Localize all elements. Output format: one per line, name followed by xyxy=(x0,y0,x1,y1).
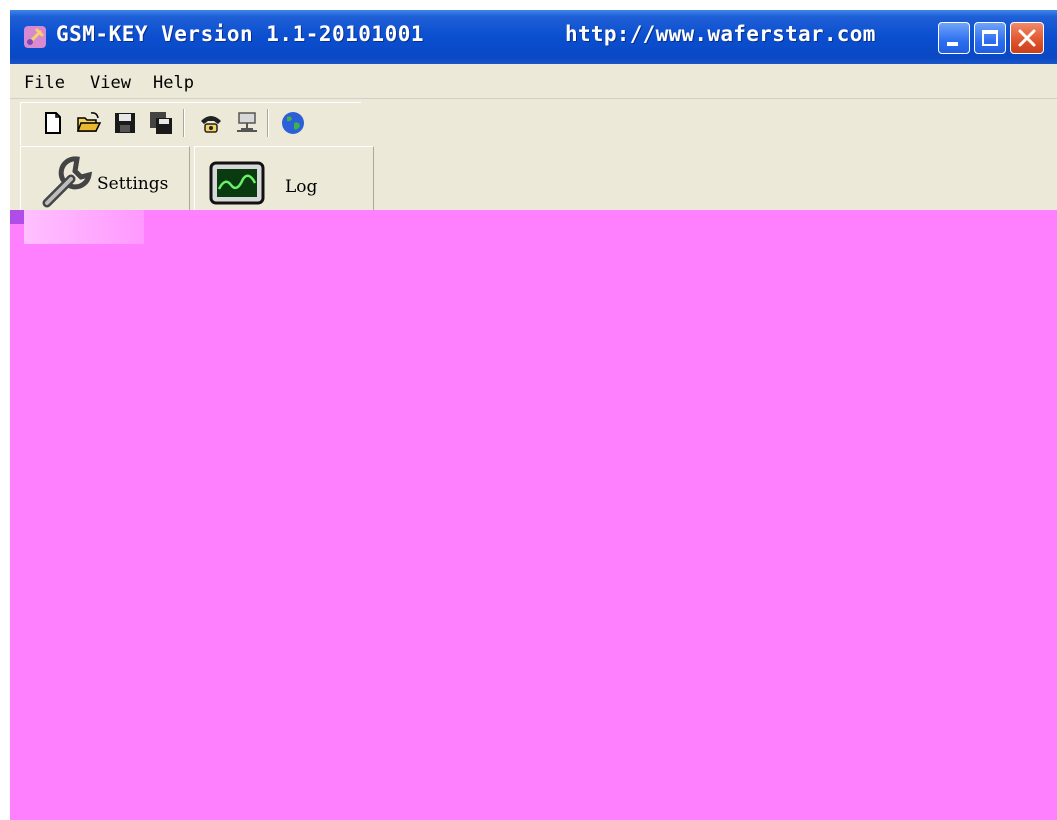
network-button[interactable] xyxy=(233,109,261,137)
save-all-icon xyxy=(150,112,172,134)
maximize-icon xyxy=(982,30,998,46)
tab-strip: Settings Log xyxy=(20,146,380,210)
menu-help[interactable]: Help xyxy=(153,73,194,93)
tab-settings[interactable]: Settings xyxy=(20,146,190,210)
new-file-icon xyxy=(45,112,61,134)
title-url: http://www.waferstar.com xyxy=(565,22,876,46)
web-button[interactable] xyxy=(279,109,307,137)
menu-file[interactable]: File xyxy=(24,73,65,93)
dial-button[interactable] xyxy=(197,109,225,137)
content-marker xyxy=(10,210,24,224)
title-bar[interactable]: GSM-KEY Version 1.1-20101001 http://www.… xyxy=(10,10,1057,64)
tab-log[interactable]: Log xyxy=(194,146,374,210)
tab-settings-label: Settings xyxy=(97,174,169,194)
content-area[interactable] xyxy=(10,210,1057,820)
wrench-icon xyxy=(42,156,93,208)
close-button[interactable] xyxy=(1010,22,1044,54)
toolbar-separator xyxy=(267,109,269,137)
menu-bar: File View Help xyxy=(10,64,1057,99)
open-button[interactable] xyxy=(75,109,103,137)
minimize-button[interactable] xyxy=(938,22,970,54)
app-icon xyxy=(24,26,46,48)
window-title: GSM-KEY Version 1.1-20101001 xyxy=(56,22,425,46)
save-button[interactable] xyxy=(111,109,139,137)
minimize-icon xyxy=(947,42,958,46)
save-icon xyxy=(115,113,135,133)
globe-icon xyxy=(282,112,304,134)
app-window: GSM-KEY Version 1.1-20101001 http://www.… xyxy=(10,10,1057,820)
save-all-button[interactable] xyxy=(147,109,175,137)
tab-log-label: Log xyxy=(285,177,318,197)
new-file-button[interactable] xyxy=(39,109,67,137)
maximize-button[interactable] xyxy=(974,22,1006,54)
open-folder-icon xyxy=(76,112,102,132)
dial-phone-icon xyxy=(201,116,221,133)
toolbar xyxy=(20,102,361,145)
content-fade xyxy=(24,210,144,244)
menu-view[interactable]: View xyxy=(90,73,131,93)
toolbar-separator xyxy=(183,109,185,137)
network-icon xyxy=(237,112,257,132)
close-icon xyxy=(1018,29,1036,47)
oscilloscope-icon xyxy=(209,161,265,205)
